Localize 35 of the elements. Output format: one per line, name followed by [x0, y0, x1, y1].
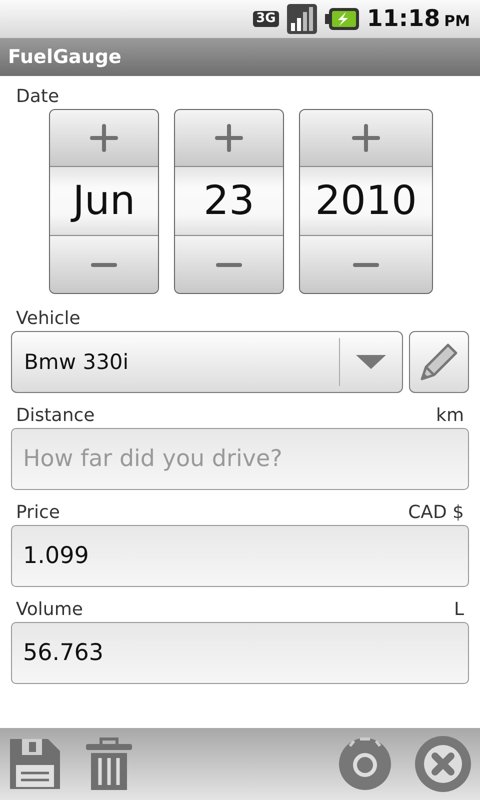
app-title: FuelGauge — [8, 46, 122, 68]
picker-value: 23 — [175, 166, 283, 236]
unit-label: L — [454, 599, 464, 620]
edit-button[interactable] — [409, 331, 469, 393]
vehicle-dropdown[interactable]: Bmw 330i — [11, 331, 403, 393]
unit-label: CAD $ — [408, 502, 464, 523]
unit-label: km — [436, 405, 464, 426]
field-label: Price — [16, 502, 60, 523]
field-label: Date — [15, 85, 60, 109]
signal-icon — [286, 4, 317, 34]
field-label: Vehicle — [15, 307, 82, 331]
close-icon[interactable] — [414, 735, 472, 793]
battery-charging-icon — [324, 8, 359, 30]
minus-icon — [352, 262, 380, 268]
increment-button[interactable] — [300, 110, 432, 166]
increment-button[interactable] — [50, 110, 158, 166]
input-field[interactable]: 56.763 — [11, 622, 469, 684]
minus-icon — [90, 262, 118, 268]
picker-value: 2010 — [300, 166, 432, 236]
plus-icon — [215, 124, 243, 152]
increment-button[interactable] — [175, 110, 283, 166]
minus-icon — [215, 262, 243, 268]
network-type-badge: 3G — [253, 11, 279, 27]
input-field[interactable]: 1.099 — [11, 525, 469, 587]
save-icon[interactable] — [8, 737, 62, 791]
plus-icon — [90, 124, 118, 152]
trash-icon[interactable] — [84, 736, 134, 792]
field-label: Distance — [16, 405, 95, 426]
clock: 11:18 PM — [366, 6, 470, 32]
picker-value: Jun — [50, 166, 158, 236]
settings-icon[interactable] — [338, 737, 392, 791]
input-field[interactable]: How far did you drive? — [11, 428, 469, 490]
plus-icon — [352, 124, 380, 152]
caret-icon — [356, 355, 386, 369]
field-label: Volume — [16, 599, 83, 620]
